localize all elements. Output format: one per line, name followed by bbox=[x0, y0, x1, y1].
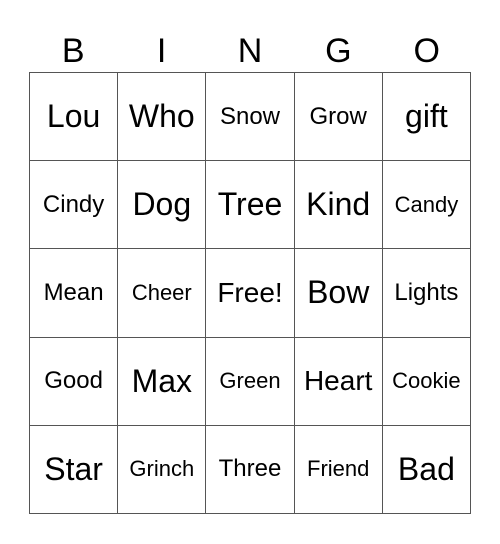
bingo-cell: Dog bbox=[118, 161, 207, 250]
header-letter-n: N bbox=[237, 32, 263, 70]
free-space-cell: Free! bbox=[206, 249, 295, 338]
bingo-cell: Grinch bbox=[118, 425, 207, 514]
bingo-cell: Grow bbox=[294, 73, 383, 162]
bingo-grid: Lou Who Snow Grow gift Cindy Dog Tree Ki… bbox=[29, 72, 471, 514]
bingo-cell: Max bbox=[118, 337, 207, 426]
bingo-cell: Green bbox=[206, 337, 295, 426]
bingo-cell: Bow bbox=[294, 249, 383, 338]
bingo-cell: Snow bbox=[206, 73, 295, 162]
bingo-cell: Cookie bbox=[382, 337, 471, 426]
header-letter-g: G bbox=[325, 32, 352, 70]
bingo-cell: Lou bbox=[30, 73, 119, 162]
bingo-cell: Cindy bbox=[30, 161, 119, 250]
bingo-cell: Cheer bbox=[118, 249, 207, 338]
bingo-cell: Kind bbox=[294, 161, 383, 250]
bingo-cell: Mean bbox=[30, 249, 119, 338]
bingo-cell: gift bbox=[382, 73, 471, 162]
bingo-cell: Candy bbox=[382, 161, 471, 250]
header-letter-b: B bbox=[61, 32, 85, 70]
bingo-cell: Star bbox=[30, 425, 119, 514]
bingo-cell: Who bbox=[118, 73, 207, 162]
header-letter-o: O bbox=[413, 32, 440, 70]
bingo-cell: Heart bbox=[294, 337, 383, 426]
bingo-cell: Good bbox=[30, 337, 119, 426]
bingo-cell: Three bbox=[206, 425, 295, 514]
bingo-cell: Bad bbox=[382, 425, 471, 514]
bingo-cell: Lights bbox=[382, 249, 471, 338]
bingo-cell: Tree bbox=[206, 161, 295, 250]
bingo-cell: Friend bbox=[294, 425, 383, 514]
bingo-header: B I N G O bbox=[29, 30, 471, 72]
header-letter-i: I bbox=[156, 32, 167, 70]
